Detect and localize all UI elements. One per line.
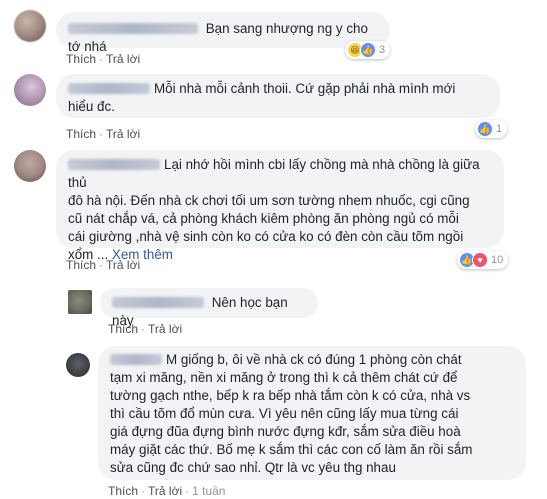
author-name[interactable]	[68, 159, 160, 170]
reaction-count: 10	[491, 254, 504, 266]
comment-bubble: M giống b, ôi về nhà ck có đúng 1 phòng …	[98, 346, 526, 480]
comment-line: đô hà nội. Đến nhà ck chơi tối um sơn tư…	[68, 193, 470, 208]
author-name[interactable]	[110, 354, 162, 365]
comment-line: thì cầu tõm đổ mùn cưa. Vì yêu nên cũng …	[110, 406, 459, 421]
reply-link[interactable]: Trả lời	[148, 322, 182, 336]
love-icon: ♥	[472, 252, 488, 268]
comment-line: máy giặt các thứ. Bố mẹ k sắm thì các co…	[110, 442, 473, 457]
reaction-count: 1	[496, 123, 503, 135]
comment-line: cái giường ,nhà vệ sinh còn ko có cửa ko…	[68, 229, 464, 244]
like-icon: 👍	[360, 42, 376, 58]
reactions-badge[interactable]: 👍 1	[475, 120, 508, 138]
comment-bubble: Bạn sang nhượng ng y cho tớ nhá	[56, 12, 390, 54]
comment-text: hiểu đc.	[68, 99, 115, 114]
like-link[interactable]: Thích	[108, 322, 138, 336]
avatar[interactable]	[14, 74, 46, 106]
comment-bubble: Nên học bạn này	[100, 288, 318, 328]
avatar[interactable]	[68, 290, 92, 314]
comment-actions: Thích · Trả lời · 1 tuần	[108, 484, 226, 498]
reply-link[interactable]: Trả lời	[148, 484, 182, 498]
author-name[interactable]	[68, 83, 150, 94]
like-link[interactable]: Thích	[66, 127, 96, 141]
comment-line: M giống b, ôi về nhà ck có đúng 1 phòng …	[166, 352, 462, 367]
reply-link[interactable]: Trả lời	[106, 52, 140, 66]
like-link[interactable]: Thích	[108, 484, 138, 498]
reactions-badge[interactable]: 👍 ♥ 10	[457, 251, 509, 269]
comment-line: tường gạch nthe, bếp k ra bếp nhà tắm cò…	[110, 388, 471, 403]
comment-line: giá đựng đũa đựng bình nước đựng kđr, sắ…	[110, 424, 461, 439]
comment-bubble: Mỗi nhà mỗi cảnh thoii. Cứ gặp phải nhà …	[56, 74, 500, 118]
comment-actions: Thích · Trả lời	[66, 52, 141, 66]
like-icon: 👍	[477, 121, 493, 137]
like-link[interactable]: Thích	[66, 258, 96, 272]
comment-actions: Thích · Trả lời	[108, 322, 183, 336]
timestamp[interactable]: 1 tuần	[192, 484, 225, 498]
reply-link[interactable]: Trả lời	[106, 127, 140, 141]
author-name[interactable]	[68, 23, 198, 34]
reactions-badge[interactable]: 😆 👍 3	[345, 41, 391, 59]
author-name[interactable]	[112, 297, 204, 308]
comment-actions: Thích · Trả lời	[66, 258, 141, 272]
comment-actions: Thích · Trả lời	[66, 127, 141, 141]
avatar[interactable]	[14, 10, 46, 42]
avatar[interactable]	[14, 150, 46, 182]
like-link[interactable]: Thích	[66, 52, 96, 66]
avatar[interactable]	[66, 353, 90, 377]
reaction-count: 3	[379, 44, 386, 56]
comment-text: Mỗi nhà mỗi cảnh thoii. Cứ gặp phải nhà …	[154, 81, 456, 96]
comment-line: sửa cũng đc chứ sao nhỉ. Qtr là vc yêu t…	[110, 460, 396, 475]
reply-link[interactable]: Trả lời	[106, 258, 140, 272]
comment-line: tạm xi măng, nền xi măng ở trong thì k c…	[110, 370, 458, 385]
comment-bubble: Lại nhớ hồi mình cbi lấy chồng mà nhà ch…	[56, 150, 504, 262]
comment-line: cũ nát chắp vá, cả phòng khách kiêm phòn…	[68, 211, 459, 226]
